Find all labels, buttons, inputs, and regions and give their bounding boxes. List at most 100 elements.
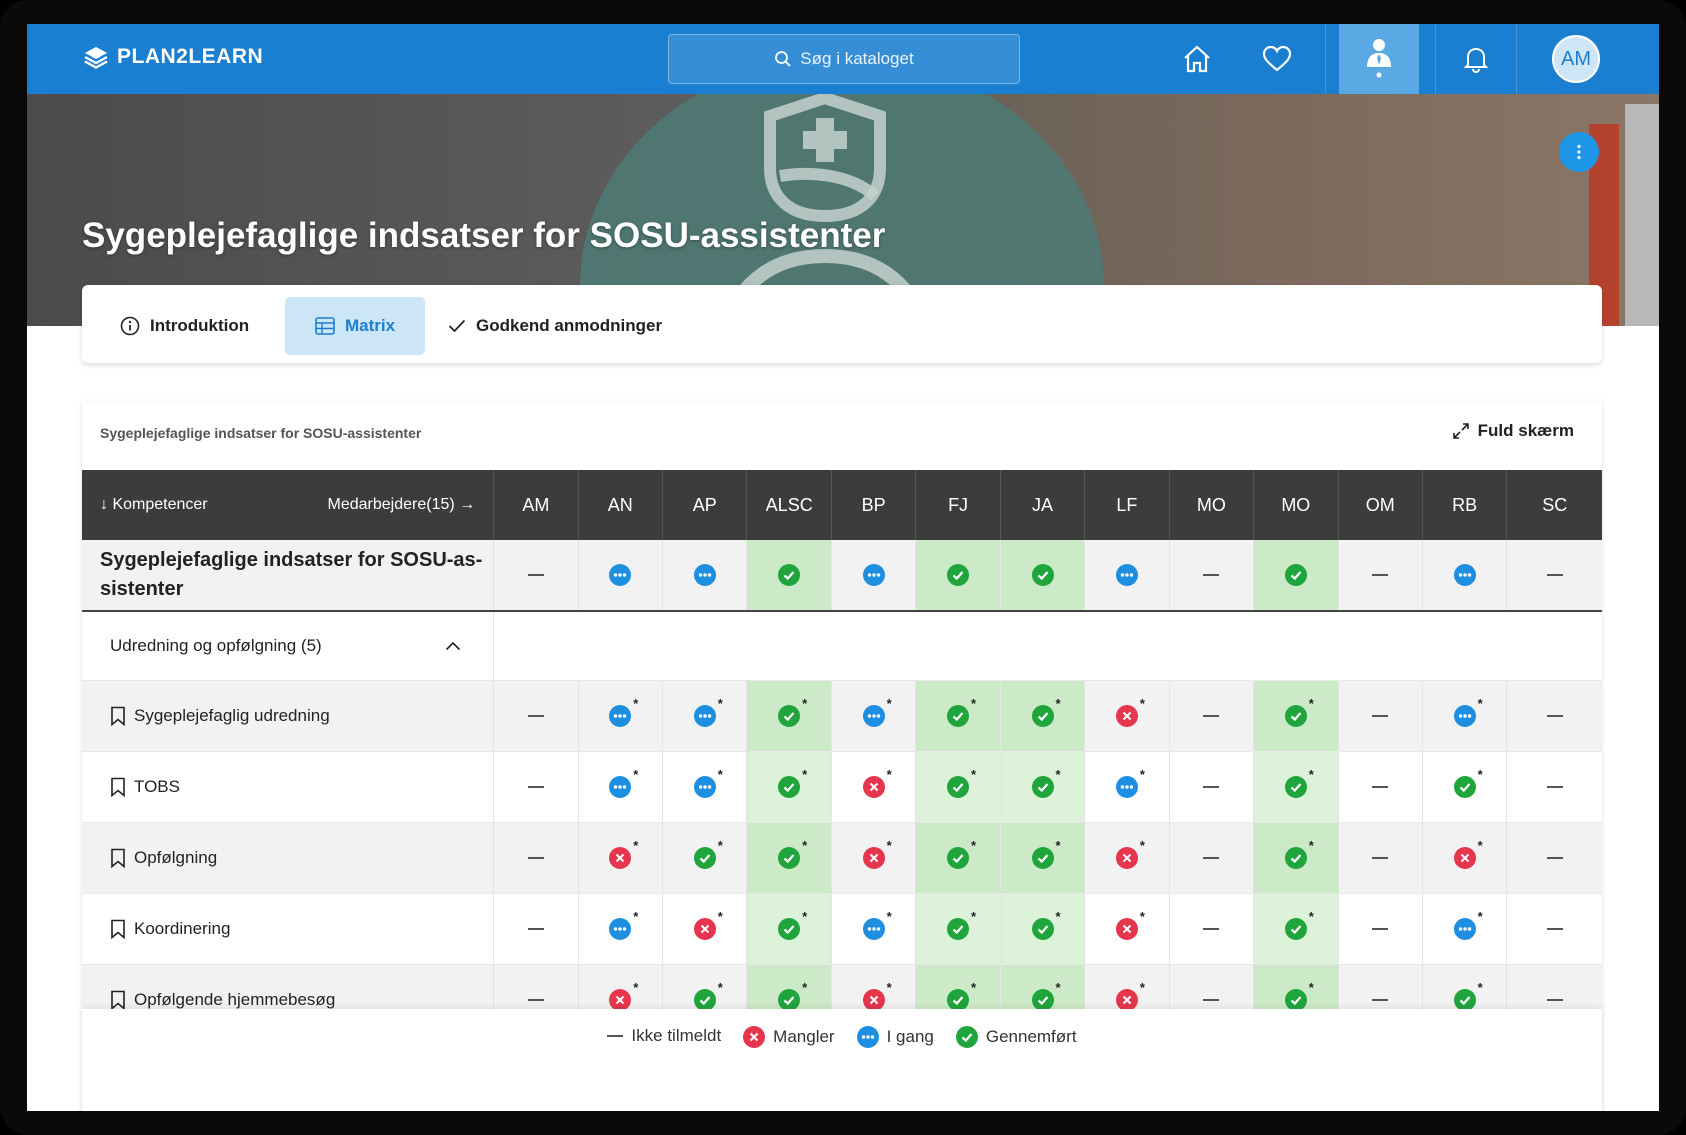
status-cell[interactable]: * bbox=[830, 893, 916, 965]
competence-cell[interactable]: Koordinering bbox=[82, 893, 494, 965]
status-cell[interactable]: * bbox=[1084, 822, 1170, 894]
status-cell[interactable] bbox=[662, 540, 747, 612]
completed-icon[interactable]: * bbox=[1284, 980, 1314, 1011]
missing-icon[interactable]: * bbox=[1115, 696, 1145, 727]
status-cell[interactable]: * bbox=[662, 822, 747, 894]
missing-icon[interactable]: * bbox=[862, 980, 892, 1011]
in-progress-icon[interactable]: * bbox=[1115, 767, 1145, 798]
status-cell[interactable] bbox=[1253, 540, 1339, 612]
status-cell[interactable]: * bbox=[577, 751, 663, 823]
tab-matrix[interactable]: Matrix bbox=[285, 297, 425, 355]
in-progress-icon[interactable]: * bbox=[862, 696, 892, 727]
status-cell[interactable]: * bbox=[915, 893, 1001, 965]
status-cell[interactable]: * bbox=[830, 680, 916, 752]
missing-icon[interactable]: * bbox=[862, 767, 892, 798]
completed-icon[interactable]: * bbox=[1031, 696, 1061, 727]
status-cell[interactable]: * bbox=[1084, 680, 1170, 752]
status-cell[interactable] bbox=[1421, 540, 1507, 612]
completed-icon[interactable]: * bbox=[778, 980, 807, 1011]
completed-icon[interactable] bbox=[778, 564, 801, 586]
in-progress-icon[interactable]: * bbox=[1453, 909, 1483, 940]
in-progress-icon[interactable]: * bbox=[693, 767, 723, 798]
missing-icon[interactable]: * bbox=[1115, 838, 1145, 869]
in-progress-icon[interactable]: * bbox=[609, 909, 638, 940]
status-cell[interactable]: * bbox=[746, 893, 832, 965]
status-cell[interactable]: * bbox=[830, 751, 916, 823]
status-cell[interactable]: * bbox=[915, 822, 1001, 894]
in-progress-icon[interactable] bbox=[609, 564, 632, 586]
status-cell[interactable]: * bbox=[830, 822, 916, 894]
missing-icon[interactable]: * bbox=[609, 838, 638, 869]
in-progress-icon[interactable]: * bbox=[609, 767, 638, 798]
status-cell[interactable]: * bbox=[915, 680, 1001, 752]
missing-icon[interactable]: * bbox=[609, 980, 638, 1011]
completed-icon[interactable]: * bbox=[1284, 838, 1314, 869]
in-progress-icon[interactable] bbox=[693, 564, 716, 586]
employee-column-header[interactable]: BP bbox=[830, 470, 916, 540]
in-progress-icon[interactable]: * bbox=[862, 909, 892, 940]
status-cell[interactable]: * bbox=[999, 822, 1085, 894]
employee-column-header[interactable]: AN bbox=[577, 470, 663, 540]
status-cell[interactable]: * bbox=[1421, 822, 1507, 894]
employee-column-header[interactable]: JA bbox=[999, 470, 1085, 540]
completed-icon[interactable]: * bbox=[693, 838, 723, 869]
employee-column-header[interactable]: MO bbox=[1168, 470, 1254, 540]
fullscreen-button[interactable]: Fuld skærm bbox=[1452, 421, 1574, 441]
more-options-button[interactable] bbox=[1559, 132, 1599, 172]
employee-column-header[interactable]: RB bbox=[1421, 470, 1507, 540]
in-progress-icon[interactable] bbox=[862, 564, 885, 586]
status-cell[interactable]: * bbox=[1253, 680, 1339, 752]
completed-icon[interactable] bbox=[1031, 564, 1054, 586]
status-cell[interactable]: * bbox=[577, 680, 663, 752]
completed-icon[interactable]: * bbox=[778, 767, 807, 798]
status-cell[interactable]: * bbox=[1084, 751, 1170, 823]
completed-icon[interactable]: * bbox=[947, 980, 976, 1011]
in-progress-icon[interactable]: * bbox=[1453, 696, 1483, 727]
employee-column-header[interactable]: AM bbox=[493, 470, 579, 540]
status-cell[interactable]: * bbox=[577, 893, 663, 965]
missing-icon[interactable]: * bbox=[693, 909, 723, 940]
group-header[interactable]: Udredning og opfølgning (5) bbox=[82, 611, 495, 681]
completed-icon[interactable]: * bbox=[693, 980, 723, 1011]
status-cell[interactable]: * bbox=[746, 751, 832, 823]
employee-column-header[interactable]: ALSC bbox=[746, 470, 832, 540]
status-cell[interactable]: * bbox=[1253, 893, 1339, 965]
employee-column-header[interactable]: LF bbox=[1084, 470, 1170, 540]
competence-cell[interactable]: Sygeplejefaglig udredning bbox=[82, 680, 494, 752]
favorites-button[interactable] bbox=[1247, 24, 1307, 94]
tab-approve-requests[interactable]: Godkend anmodninger bbox=[448, 297, 662, 355]
status-cell[interactable]: * bbox=[1253, 822, 1339, 894]
completed-icon[interactable]: * bbox=[778, 909, 807, 940]
missing-icon[interactable]: * bbox=[1115, 980, 1145, 1011]
status-cell[interactable]: * bbox=[746, 822, 832, 894]
missing-icon[interactable]: * bbox=[1115, 909, 1145, 940]
completed-icon[interactable]: * bbox=[1031, 838, 1061, 869]
notifications-button[interactable] bbox=[1435, 24, 1517, 94]
employee-column-header[interactable]: SC bbox=[1506, 470, 1602, 540]
group-row[interactable]: Udredning og opfølgning (5) bbox=[82, 611, 1602, 681]
employee-column-header[interactable]: AP bbox=[662, 470, 747, 540]
status-cell[interactable]: * bbox=[999, 751, 1085, 823]
employee-column-header[interactable]: MO bbox=[1253, 470, 1339, 540]
completed-icon[interactable] bbox=[1284, 564, 1307, 586]
completed-icon[interactable]: * bbox=[947, 909, 976, 940]
status-cell[interactable]: * bbox=[1421, 893, 1507, 965]
home-button[interactable] bbox=[1167, 24, 1227, 94]
tab-introduction[interactable]: Introduktion bbox=[120, 297, 249, 355]
status-cell[interactable] bbox=[830, 540, 916, 612]
completed-icon[interactable]: * bbox=[1453, 767, 1483, 798]
completed-icon[interactable]: * bbox=[1031, 767, 1061, 798]
status-cell[interactable]: * bbox=[1421, 751, 1507, 823]
completed-icon[interactable]: * bbox=[1031, 980, 1061, 1011]
completed-icon[interactable]: * bbox=[1453, 980, 1483, 1011]
employee-column-header[interactable]: FJ bbox=[915, 470, 1001, 540]
status-cell[interactable]: * bbox=[1421, 680, 1507, 752]
status-cell[interactable]: * bbox=[662, 751, 747, 823]
completed-icon[interactable] bbox=[947, 564, 970, 586]
in-progress-icon[interactable] bbox=[1115, 564, 1138, 586]
search-input[interactable]: Søg i kataloget bbox=[668, 34, 1020, 84]
status-cell[interactable] bbox=[999, 540, 1085, 612]
competence-cell[interactable]: Opfølgning bbox=[82, 822, 494, 894]
competence-cell[interactable]: TOBS bbox=[82, 751, 494, 823]
status-cell[interactable]: * bbox=[999, 680, 1085, 752]
